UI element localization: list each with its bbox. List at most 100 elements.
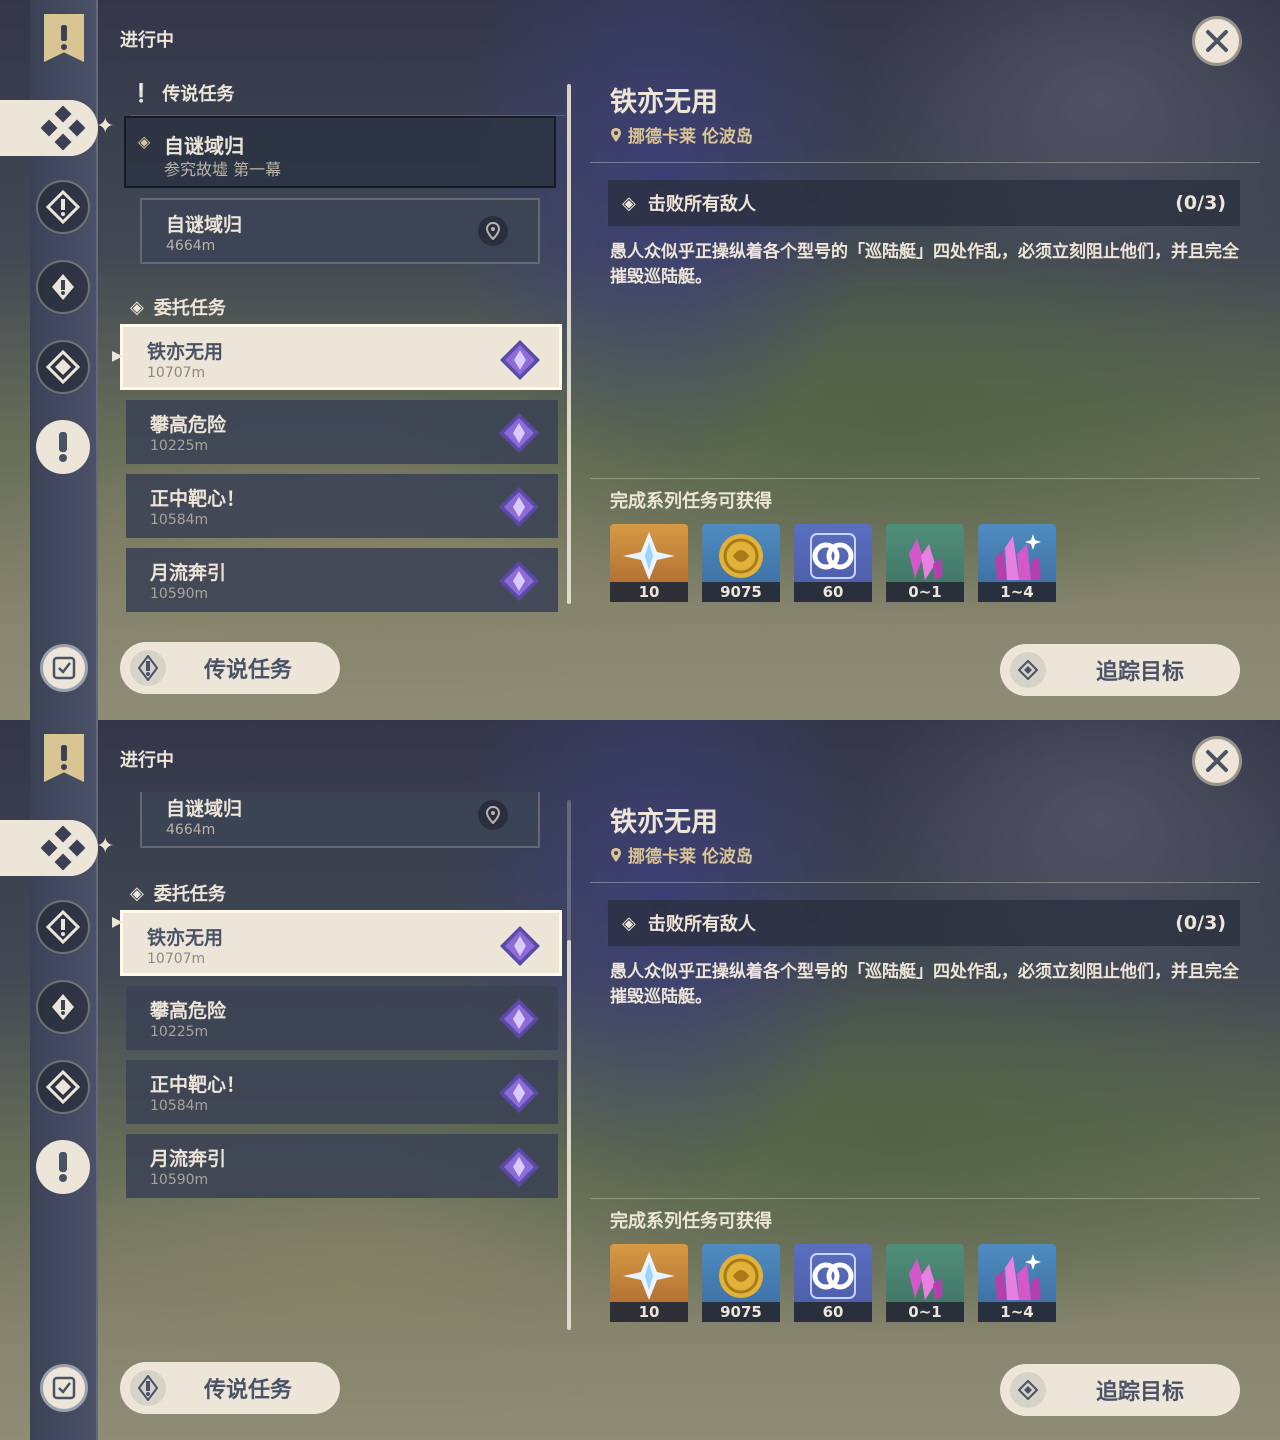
scrollbar[interactable]: [567, 84, 571, 604]
quest-list[interactable]: ❕ 传说任务 ◈ 自谜域归 参究故墟 第一幕 自谜域归 4664m ◈ 委托任务…: [118, 72, 566, 612]
reward-item[interactable]: 10: [610, 524, 688, 602]
rail-tab-all-quests[interactable]: [0, 820, 98, 876]
task-item[interactable]: 铁亦无用 10707m: [120, 910, 562, 976]
task-title: 攀高危险: [150, 1000, 227, 1022]
rail-tab-story[interactable]: [36, 260, 90, 314]
checklist-icon: [52, 1376, 76, 1400]
reward-list: 10 9075 60 0~1 1~4: [610, 1244, 1056, 1322]
location-pin-icon: [611, 127, 621, 142]
reward-qty: 9075: [702, 582, 780, 602]
map-pin-icon[interactable]: [478, 800, 508, 830]
task-item[interactable]: 月流奔引 10590m: [126, 548, 558, 612]
fetters-icon: [810, 533, 856, 579]
mora-icon: [719, 534, 763, 578]
diamond-cluster-icon: [41, 106, 85, 150]
reward-title: 完成系列任务可获得: [610, 491, 772, 512]
reward-item[interactable]: 0~1: [886, 524, 964, 602]
task-item[interactable]: 正中靶心！ 10584m: [126, 1060, 558, 1124]
legend-quest-card[interactable]: ◈ 自谜域归 参究故墟 第一幕: [124, 116, 556, 188]
divider: [590, 1198, 1260, 1199]
close-button[interactable]: [1192, 736, 1242, 786]
task-item[interactable]: 月流奔引 10590m: [126, 1134, 558, 1198]
reward-qty: 10: [610, 1302, 688, 1322]
exclaim-diamond-icon: [130, 1370, 166, 1406]
archon-quest-icon: [46, 190, 80, 224]
objective-text: 击败所有敌人: [647, 194, 756, 215]
task-title: 正中靶心！: [150, 1074, 246, 1096]
rail-tab-events[interactable]: [36, 420, 90, 474]
rail-tab-world[interactable]: [36, 340, 90, 394]
map-pin-icon[interactable]: [478, 216, 508, 246]
task-title: 铁亦无用: [147, 927, 224, 949]
scrollbar[interactable]: [567, 800, 571, 1330]
legend-quest-button[interactable]: 传说任务: [120, 642, 340, 694]
track-button[interactable]: 追踪目标: [1000, 644, 1240, 696]
rail-tab-archon[interactable]: [36, 180, 90, 234]
rail-tab-events[interactable]: [36, 1140, 90, 1194]
section-commission-label: 委托任务: [153, 298, 226, 319]
close-icon: [1206, 750, 1228, 772]
quest-list[interactable]: 自谜域归 4664m ◈ 委托任务 铁亦无用 10707m 攀高危险 10225…: [118, 792, 566, 1332]
close-button[interactable]: [1192, 16, 1242, 66]
task-title: 月流奔引: [150, 562, 227, 584]
legend-subquest-card[interactable]: 自谜域归 4664m: [140, 792, 540, 848]
quest-description: 愚人众似乎正操纵着各个型号的「巡陆艇」四处作乱，必须立刻阻止他们，并且完全摧毁巡…: [610, 962, 1239, 1007]
task-title: 正中靶心！: [150, 488, 246, 510]
quest-log-button[interactable]: [40, 1364, 88, 1412]
task-item[interactable]: 攀高危险 10225m: [126, 400, 558, 464]
commission-gem-icon: [499, 1073, 539, 1113]
reward-qty: 9075: [702, 1302, 780, 1322]
commission-gem-icon: [499, 413, 539, 453]
world-quest-icon: [46, 1070, 80, 1104]
legend-quest-button-label: 传说任务: [204, 1378, 293, 1403]
commission-gem-icon: [499, 487, 539, 527]
legend-quest-button[interactable]: 传说任务: [120, 1362, 340, 1414]
commission-gem-icon: [500, 340, 540, 380]
rail-tab-all-quests[interactable]: [0, 100, 98, 156]
reward-item[interactable]: 1~4: [978, 1244, 1056, 1322]
section-legend: ❕ 传说任务: [130, 80, 566, 116]
reward-item[interactable]: 60: [794, 1244, 872, 1322]
reward-item[interactable]: 0~1: [886, 1244, 964, 1322]
task-item[interactable]: 正中靶心！ 10584m: [126, 474, 558, 538]
sparkle-icon: ✦: [96, 114, 115, 139]
reward-item[interactable]: 60: [794, 524, 872, 602]
rail-tab-world[interactable]: [36, 1060, 90, 1114]
legend-subquest-title: 自谜域归: [166, 214, 243, 236]
detail-title: 铁亦无用: [610, 807, 718, 838]
objective-diamond-icon: ◈: [622, 192, 636, 214]
rail-tab-story[interactable]: [36, 980, 90, 1034]
track-diamond-icon: [1010, 1372, 1046, 1408]
objective-text: 击败所有敌人: [647, 914, 756, 935]
checklist-icon: [52, 656, 76, 680]
legend-quest-subtitle: 参究故墟 第一幕: [164, 160, 282, 179]
rail-tab-archon[interactable]: [36, 900, 90, 954]
legend-section-icon: ❕: [130, 82, 153, 104]
diamond-cluster-icon: [41, 826, 85, 870]
location-text: 挪德卡莱 伦波岛: [628, 127, 753, 147]
task-item[interactable]: 铁亦无用 10707m: [120, 324, 562, 390]
quest-log-button[interactable]: [40, 644, 88, 692]
task-title: 铁亦无用: [147, 341, 224, 363]
scrollbar-thumb[interactable]: [567, 940, 571, 1330]
legend-subquest-card[interactable]: 自谜域归 4664m: [140, 198, 540, 264]
reward-item[interactable]: 9075: [702, 1244, 780, 1322]
divider: [590, 882, 1260, 883]
reward-item[interactable]: 9075: [702, 524, 780, 602]
selection-arrow-icon: ▶: [112, 348, 123, 364]
task-distance: 10225m: [150, 1024, 209, 1040]
exclaim-icon: [59, 432, 67, 462]
divider: [590, 478, 1260, 479]
reward-item[interactable]: 1~4: [978, 524, 1056, 602]
crystal-small-icon: [909, 1258, 943, 1300]
legend-quest-title: 自谜域归: [164, 134, 244, 158]
legend-subquest-distance: 4664m: [166, 822, 216, 838]
reward-item[interactable]: 10: [610, 1244, 688, 1322]
track-button[interactable]: 追踪目标: [1000, 1364, 1240, 1416]
scrollbar-thumb[interactable]: [567, 84, 571, 604]
quest-description: 愚人众似乎正操纵着各个型号的「巡陆艇」四处作乱，必须立刻阻止他们，并且完全摧毁巡…: [610, 242, 1239, 287]
reward-qty: 1~4: [978, 1302, 1056, 1322]
objective-row: ◈ 击败所有敌人 (0/3): [608, 180, 1240, 226]
task-item[interactable]: 攀高危险 10225m: [126, 986, 558, 1050]
track-button-label: 追踪目标: [1096, 1380, 1185, 1405]
